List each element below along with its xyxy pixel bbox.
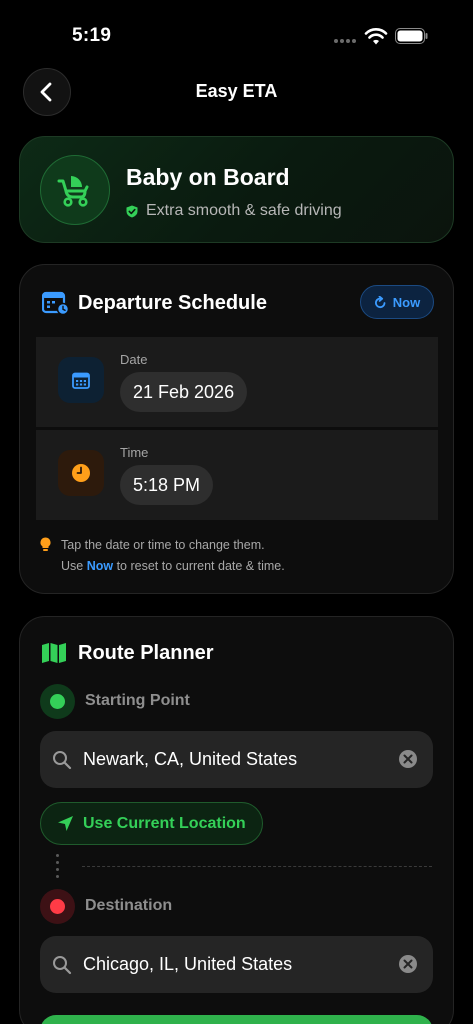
- baby-card-subtitle-row: Extra smooth & safe driving: [126, 202, 342, 220]
- calendar-icon: [72, 372, 90, 389]
- signal-dots-icon: [334, 39, 356, 43]
- stroller-icon-badge: [40, 155, 110, 225]
- time-label: Time: [120, 445, 149, 460]
- now-button-label: Now: [392, 294, 421, 310]
- departure-schedule-card: Departure Schedule Now Date 21 Feb 2026: [19, 264, 454, 594]
- route-divider: [82, 866, 432, 867]
- date-label: Date: [120, 352, 148, 367]
- green-dot-icon: [50, 694, 65, 709]
- search-icon: [53, 956, 72, 975]
- hint-text-prefix: Use: [61, 559, 87, 573]
- route-connector: [56, 854, 59, 878]
- use-current-location-button[interactable]: Use Current Location: [40, 802, 263, 845]
- red-dot-icon: [50, 899, 65, 914]
- departure-schedule-title: Departure Schedule: [78, 292, 267, 314]
- route-planner-card: Route Planner Starting Point Newark, CA,…: [19, 616, 454, 1024]
- clock-icon-badge: [58, 450, 104, 496]
- refresh-icon: [374, 295, 386, 308]
- page-title: Easy ETA: [195, 81, 278, 101]
- starting-point-field[interactable]: Newark, CA, United States: [40, 731, 433, 788]
- hint-text-line1: Tap the date or time to change them.: [61, 538, 265, 552]
- shield-check-icon: [126, 205, 138, 217]
- wifi-icon: [364, 28, 388, 45]
- baby-card-title: Baby on Board: [126, 164, 290, 190]
- start-point-marker: [40, 684, 75, 719]
- battery-icon: [395, 28, 428, 44]
- starting-point-value: Newark, CA, United States: [83, 749, 298, 769]
- time-value-button[interactable]: 5:18 PM: [120, 465, 214, 505]
- location-arrow-icon: [58, 816, 73, 831]
- date-value-button[interactable]: 21 Feb 2026: [120, 372, 248, 412]
- hint-now-link[interactable]: Now: [87, 559, 113, 573]
- calendar-clock-icon: [42, 291, 70, 315]
- hint-text-suffix: to reset to current date & time.: [113, 559, 285, 573]
- destination-field[interactable]: Chicago, IL, United States: [40, 936, 433, 993]
- date-picker-row[interactable]: Date 21 Feb 2026: [36, 337, 438, 427]
- search-icon: [53, 751, 72, 770]
- baby-on-board-card[interactable]: Baby on Board Extra smooth & safe drivin…: [19, 136, 454, 243]
- clock-icon: [72, 464, 90, 482]
- status-time: 5:19: [72, 25, 112, 46]
- now-button[interactable]: Now: [360, 285, 434, 319]
- use-current-location-label: Use Current Location: [83, 814, 246, 832]
- route-planner-title: Route Planner: [78, 642, 214, 664]
- destination-marker: [40, 889, 75, 924]
- lightbulb-icon: [40, 537, 51, 551]
- baby-card-subtitle: Extra smooth & safe driving: [146, 202, 342, 219]
- calendar-icon-badge: [58, 357, 104, 403]
- destination-value: Chicago, IL, United States: [83, 954, 293, 974]
- hint-text-line2: Use Now to reset to current date & time.: [61, 559, 285, 573]
- clear-icon[interactable]: [398, 749, 418, 769]
- time-picker-row[interactable]: Time 5:18 PM: [36, 430, 438, 520]
- destination-label: Destination: [85, 897, 173, 914]
- starting-point-label: Starting Point: [85, 692, 190, 709]
- status-bar: 5:19: [0, 0, 473, 60]
- clear-icon[interactable]: [398, 954, 418, 974]
- calculate-eta-button[interactable]: [40, 1015, 433, 1024]
- stroller-icon: [57, 176, 89, 207]
- map-icon: [42, 643, 66, 663]
